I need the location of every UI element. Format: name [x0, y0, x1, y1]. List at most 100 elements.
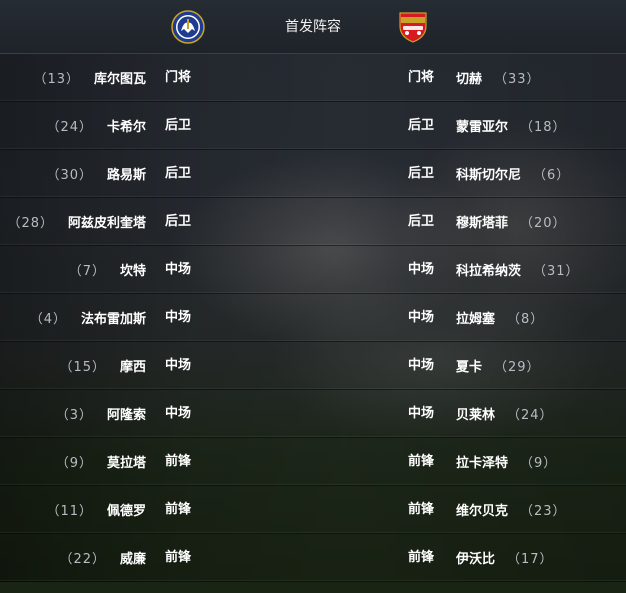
- away-player-number: （9）: [520, 456, 558, 471]
- home-player-position: 中场: [165, 406, 192, 421]
- away-player-position: 中场: [408, 262, 435, 277]
- home-player-position: 后卫: [165, 166, 192, 181]
- away-player: 夏卡 （29）: [456, 342, 541, 389]
- away-player: 蒙雷亚尔 （18）: [456, 102, 567, 149]
- home-player: （4） 法布雷加斯: [0, 294, 146, 341]
- away-player-name: 蒙雷亚尔: [456, 120, 509, 135]
- away-player-name: 维尔贝克: [456, 504, 509, 519]
- home-player: （15） 摩西: [0, 342, 146, 389]
- home-player-name: 路易斯: [106, 168, 146, 183]
- home-player-name: 阿隆索: [106, 408, 146, 423]
- away-player-name: 拉卡泽特: [456, 456, 509, 471]
- home-player-name: 法布雷加斯: [80, 312, 146, 327]
- away-player-number: （24）: [507, 408, 554, 423]
- away-player-name: 贝莱林: [456, 408, 496, 423]
- away-player-number: （6）: [533, 168, 571, 183]
- home-player: （9） 莫拉塔: [0, 438, 146, 485]
- home-player: （3） 阿隆索: [0, 390, 146, 437]
- home-player-name: 阿兹皮利奎塔: [67, 216, 146, 231]
- table-row: （15） 摩西 中场 中场 夏卡 （29）: [0, 342, 626, 390]
- away-player: 科斯切尔尼 （6）: [456, 150, 570, 197]
- table-row: （7） 坎特 中场 中场 科拉希纳茨 （31）: [0, 246, 626, 294]
- arsenal-crest-icon: [399, 12, 427, 43]
- table-row: （3） 阿隆索 中场 中场 贝莱林 （24）: [0, 390, 626, 438]
- table-row: （11） 佩德罗 前锋 前锋 维尔贝克 （23）: [0, 486, 626, 534]
- away-player-name: 夏卡: [456, 360, 483, 375]
- away-player-position: 门将: [408, 70, 435, 85]
- away-player-number: （20）: [520, 216, 567, 231]
- home-player-position: 后卫: [165, 118, 192, 133]
- away-player: 穆斯塔菲 （20）: [456, 198, 567, 245]
- lineup-header: 首发阵容: [0, 0, 626, 54]
- away-player-position: 前锋: [408, 502, 435, 517]
- home-player: （7） 坎特: [0, 246, 146, 293]
- lineup-table: （13） 库尔图瓦 门将 门将 切赫 （33） （24） 卡希尔 后卫 后卫 蒙…: [0, 54, 626, 582]
- away-player: 伊沃比 （17）: [456, 534, 554, 581]
- home-player-number: （22）: [59, 552, 106, 567]
- home-player: （11） 佩德罗: [0, 486, 146, 533]
- away-player-position: 前锋: [408, 550, 435, 565]
- home-player-number: （28）: [7, 216, 54, 231]
- away-player: 切赫 （33）: [456, 54, 541, 101]
- home-player-position: 中场: [165, 262, 192, 277]
- lineup-panel: 首发阵容 （13） 库尔图瓦 门将 门将 切赫 （33） （24） 卡希尔 后卫…: [0, 0, 626, 593]
- home-player: （13） 库尔图瓦: [0, 54, 146, 101]
- home-player-name: 威廉: [119, 552, 146, 567]
- away-player-position: 前锋: [408, 454, 435, 469]
- home-player-position: 前锋: [165, 454, 192, 469]
- away-player-name: 切赫: [456, 72, 483, 87]
- away-player-position: 中场: [408, 406, 435, 421]
- table-row: （9） 莫拉塔 前锋 前锋 拉卡泽特 （9）: [0, 438, 626, 486]
- home-player-number: （15）: [59, 360, 106, 375]
- home-player-position: 中场: [165, 358, 192, 373]
- home-player-position: 中场: [165, 310, 192, 325]
- home-player-position: 后卫: [165, 214, 192, 229]
- home-player: （30） 路易斯: [0, 150, 146, 197]
- away-player-number: （33）: [494, 72, 541, 87]
- away-player-name: 科拉希纳茨: [456, 264, 522, 279]
- home-player-number: （13）: [33, 72, 80, 87]
- table-row: （22） 威廉 前锋 前锋 伊沃比 （17）: [0, 534, 626, 582]
- home-player-name: 摩西: [119, 360, 146, 375]
- home-player-name: 卡希尔: [106, 120, 146, 135]
- away-player: 科拉希纳茨 （31）: [456, 246, 580, 293]
- away-player-position: 后卫: [408, 166, 435, 181]
- table-row: （4） 法布雷加斯 中场 中场 拉姆塞 （8）: [0, 294, 626, 342]
- home-player-number: （7）: [68, 264, 106, 279]
- home-player-number: （24）: [46, 120, 93, 135]
- away-player-number: （8）: [507, 312, 545, 327]
- away-player-position: 后卫: [408, 118, 435, 133]
- away-player-name: 伊沃比: [456, 552, 496, 567]
- away-player: 拉卡泽特 （9）: [456, 438, 557, 485]
- away-player-number: （29）: [494, 360, 541, 375]
- away-player-name: 穆斯塔菲: [456, 216, 509, 231]
- home-player-number: （3）: [55, 408, 93, 423]
- away-player: 维尔贝克 （23）: [456, 486, 567, 533]
- home-player: （22） 威廉: [0, 534, 146, 581]
- away-player-name: 拉姆塞: [456, 312, 496, 327]
- away-player-position: 后卫: [408, 214, 435, 229]
- home-player: （28） 阿兹皮利奎塔: [0, 198, 146, 245]
- home-player-position: 门将: [165, 70, 192, 85]
- away-player-number: （17）: [507, 552, 554, 567]
- away-player-position: 中场: [408, 358, 435, 373]
- home-player-position: 前锋: [165, 502, 192, 517]
- away-player-number: （18）: [520, 120, 567, 135]
- table-row: （13） 库尔图瓦 门将 门将 切赫 （33）: [0, 54, 626, 102]
- home-player-number: （9）: [55, 456, 93, 471]
- table-row: （28） 阿兹皮利奎塔 后卫 后卫 穆斯塔菲 （20）: [0, 198, 626, 246]
- home-player-name: 莫拉塔: [106, 456, 146, 471]
- table-row: （30） 路易斯 后卫 后卫 科斯切尔尼 （6）: [0, 150, 626, 198]
- home-player: （24） 卡希尔: [0, 102, 146, 149]
- home-player-name: 佩德罗: [106, 504, 146, 519]
- home-player-number: （4）: [29, 312, 67, 327]
- home-player-number: （11）: [46, 504, 93, 519]
- away-player-name: 科斯切尔尼: [456, 168, 522, 183]
- page-title: 首发阵容: [285, 19, 341, 35]
- away-player-position: 中场: [408, 310, 435, 325]
- home-player-name: 库尔图瓦: [93, 72, 146, 87]
- home-player-number: （30）: [46, 168, 93, 183]
- home-player-name: 坎特: [119, 264, 146, 279]
- away-player: 拉姆塞 （8）: [456, 294, 544, 341]
- table-row: （24） 卡希尔 后卫 后卫 蒙雷亚尔 （18）: [0, 102, 626, 150]
